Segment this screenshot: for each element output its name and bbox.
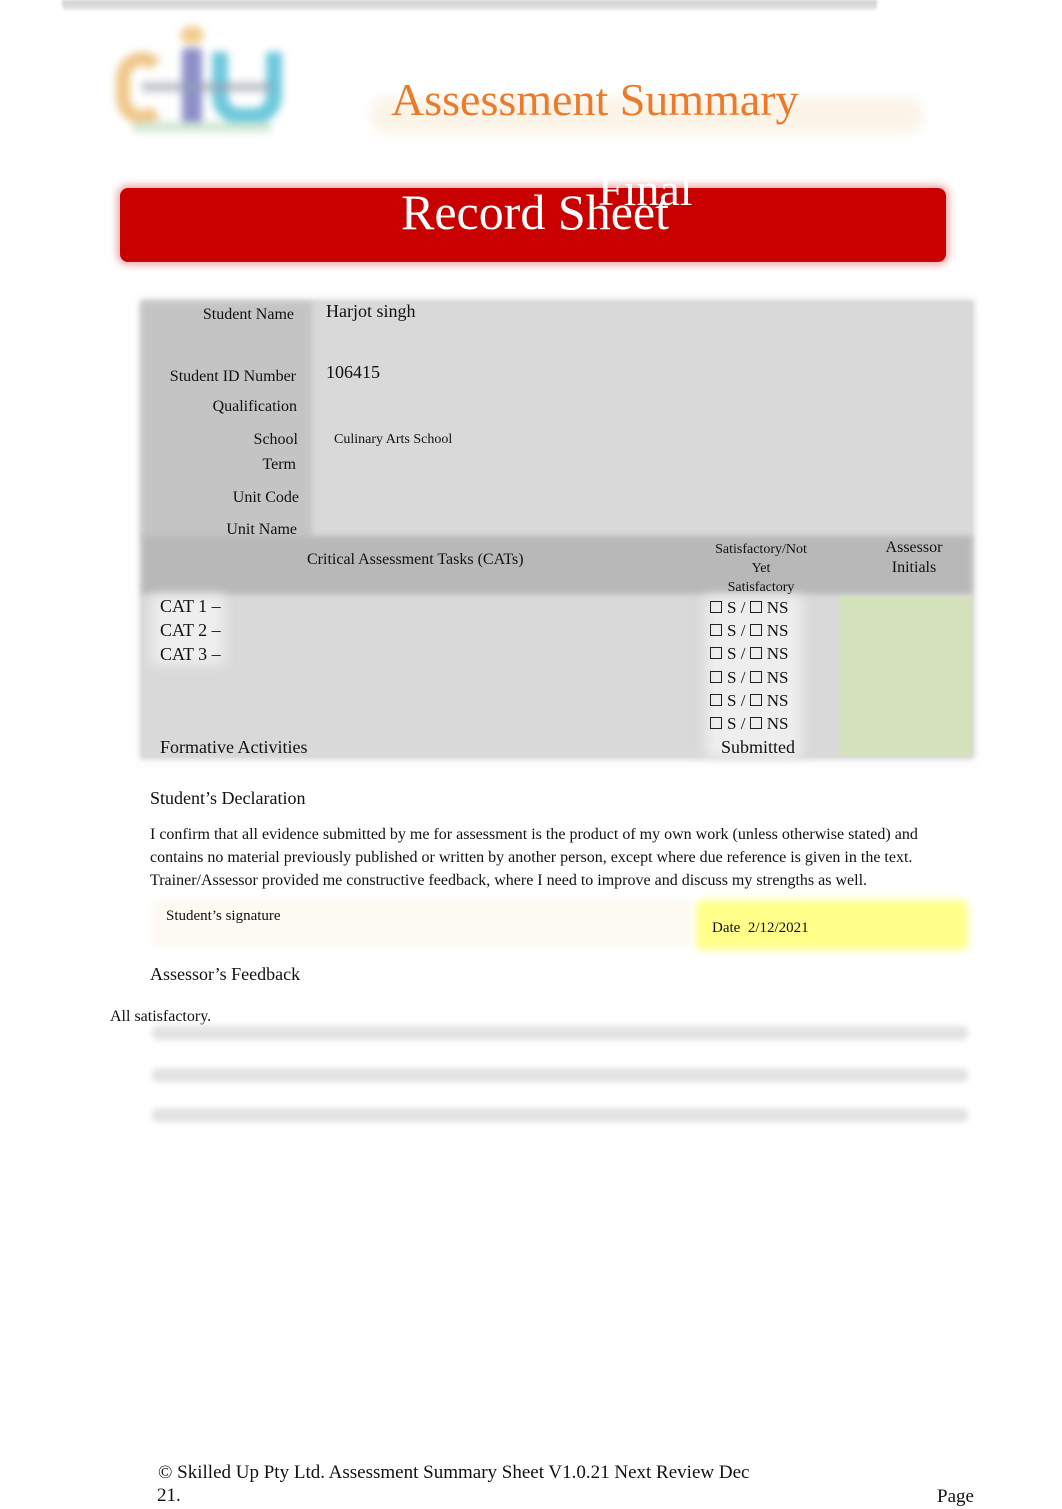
ns-label: NS xyxy=(766,668,789,687)
siu-logo xyxy=(112,22,288,134)
formative-status: Submitted xyxy=(721,737,796,757)
s-label: S / xyxy=(727,691,746,710)
date-line: Date 2/12/2021 xyxy=(712,920,809,937)
status-row-4: S / NS xyxy=(710,668,788,688)
not-satisfactory-checkbox[interactable] xyxy=(749,694,762,706)
satisfactory-checkbox[interactable] xyxy=(710,671,722,683)
feedback-line-3[interactable] xyxy=(152,1108,968,1122)
satisfactory-checkbox[interactable] xyxy=(710,624,722,636)
cat-row-1-label: CAT 1 – xyxy=(160,596,221,616)
declaration-text: I confirm that all evidence submitted by… xyxy=(150,826,918,889)
initials-header-line2: Initials xyxy=(891,559,937,576)
ns-label: NS xyxy=(766,621,789,640)
s-label: S / xyxy=(727,644,746,663)
not-satisfactory-checkbox[interactable] xyxy=(749,601,762,613)
logo-underline xyxy=(132,122,272,132)
not-satisfactory-checkbox[interactable] xyxy=(749,624,762,636)
status-column-header: Satisfactory/Not Yet Satisfactory xyxy=(706,540,816,597)
school-value[interactable]: Culinary Arts School xyxy=(334,432,452,448)
s-label: S / xyxy=(727,598,746,617)
label-unit-name: Unit Name xyxy=(226,521,297,538)
label-student-id: Student ID Number xyxy=(169,368,296,385)
label-student-name: Student Name xyxy=(202,306,294,323)
label-unit-code: Unit Code xyxy=(232,489,299,506)
cat-row-2-label: CAT 2 – xyxy=(160,620,221,640)
feedback-text[interactable]: All satisfactory. xyxy=(110,1008,211,1026)
s-label: S / xyxy=(727,621,746,640)
top-divider xyxy=(62,0,877,10)
assessor-initials-field[interactable] xyxy=(840,596,972,756)
date-label: Date xyxy=(712,920,741,936)
footer-copyright: © Skilled Up Pty Ltd. Assessment Summary… xyxy=(158,1462,750,1483)
cats-column-header: Critical Assessment Tasks (CATs) xyxy=(307,551,524,568)
label-qualification: Qualification xyxy=(212,398,297,415)
not-satisfactory-checkbox[interactable] xyxy=(749,647,762,659)
ns-label: NS xyxy=(766,691,789,710)
status-row-1: S / NS xyxy=(710,598,788,618)
satisfactory-checkbox[interactable] xyxy=(710,601,722,613)
feedback-heading: Assessor’s Feedback xyxy=(150,964,301,984)
date-value[interactable]: 2/12/2021 xyxy=(748,920,809,936)
banner-final-label: Final xyxy=(598,164,693,215)
status-row-3: S / NS xyxy=(710,644,788,664)
formative-activities-label: Formative Activities xyxy=(160,737,308,757)
assessor-initials-header: Assessor Initials xyxy=(879,538,949,578)
status-header-line3: Satisfactory xyxy=(727,580,795,595)
status-row-6: S / NS xyxy=(710,714,788,734)
ns-label: NS xyxy=(766,714,789,733)
satisfactory-checkbox[interactable] xyxy=(710,647,722,659)
satisfactory-checkbox[interactable] xyxy=(710,694,722,706)
not-satisfactory-checkbox[interactable] xyxy=(749,671,762,683)
ns-label: NS xyxy=(766,644,789,663)
label-school: School xyxy=(253,431,298,448)
feedback-line-1[interactable] xyxy=(152,1026,968,1040)
satisfactory-checkbox[interactable] xyxy=(710,717,722,729)
logo-tagline xyxy=(142,82,272,92)
s-label: S / xyxy=(727,668,746,687)
cat-row-3-label: CAT 3 – xyxy=(160,644,221,664)
s-label: S / xyxy=(727,714,746,733)
declaration-heading: Student’s Declaration xyxy=(150,788,306,808)
status-row-2: S / NS xyxy=(710,621,788,641)
status-header-line2: Yet xyxy=(751,561,771,576)
label-term: Term xyxy=(262,456,296,473)
student-id-value[interactable]: 106415 xyxy=(326,362,380,384)
ns-label: NS xyxy=(766,598,789,617)
status-row-5: S / NS xyxy=(710,691,788,711)
initials-header-line1: Assessor xyxy=(885,539,943,556)
footer-copyright-cont: 21. xyxy=(157,1485,181,1506)
footer-page-label: Page xyxy=(937,1486,974,1507)
feedback-line-2[interactable] xyxy=(152,1068,968,1082)
not-satisfactory-checkbox[interactable] xyxy=(749,717,762,729)
status-header-line1: Satisfactory/Not xyxy=(715,542,807,557)
cat-header-band xyxy=(142,536,972,594)
signature-label: Student’s signature xyxy=(166,908,281,924)
page-title: Assessment Summary xyxy=(391,74,799,125)
student-name-value[interactable]: Harjot singh xyxy=(326,301,416,323)
logo-dot xyxy=(180,26,204,44)
